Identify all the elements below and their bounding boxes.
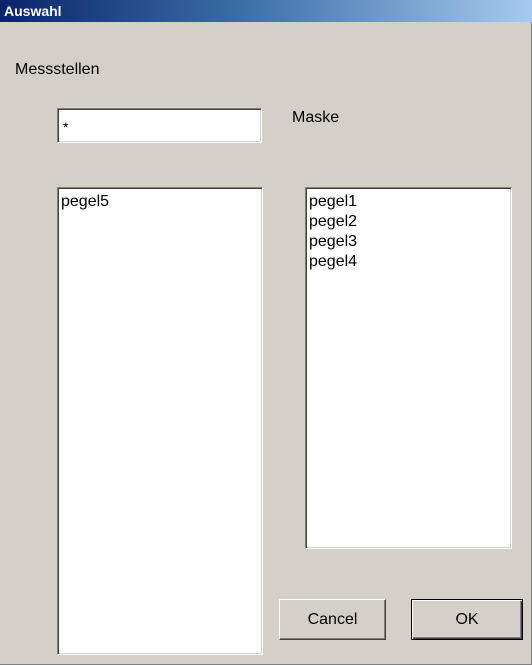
auswahl-dialog: Auswahl Messstellen Maske pegel5 pegel1 … bbox=[0, 0, 532, 665]
ok-button[interactable]: OK bbox=[411, 599, 523, 640]
cancel-button[interactable]: Cancel bbox=[279, 599, 386, 640]
messstellen-label: Messstellen bbox=[15, 61, 100, 78]
window-title-bar[interactable]: Auswahl bbox=[0, 0, 532, 22]
available-list[interactable]: pegel5 bbox=[57, 187, 263, 655]
mask-input[interactable] bbox=[57, 108, 262, 143]
list-item[interactable]: pegel3 bbox=[306, 232, 511, 252]
selected-list[interactable]: pegel1 pegel2 pegel3 pegel4 bbox=[305, 187, 512, 549]
list-item[interactable]: pegel1 bbox=[306, 192, 511, 212]
list-item[interactable]: pegel5 bbox=[58, 192, 262, 212]
window-title: Auswahl bbox=[4, 3, 62, 19]
list-item[interactable]: pegel4 bbox=[306, 252, 511, 272]
mask-label: Maske bbox=[292, 109, 340, 126]
list-item[interactable]: pegel2 bbox=[306, 212, 511, 232]
